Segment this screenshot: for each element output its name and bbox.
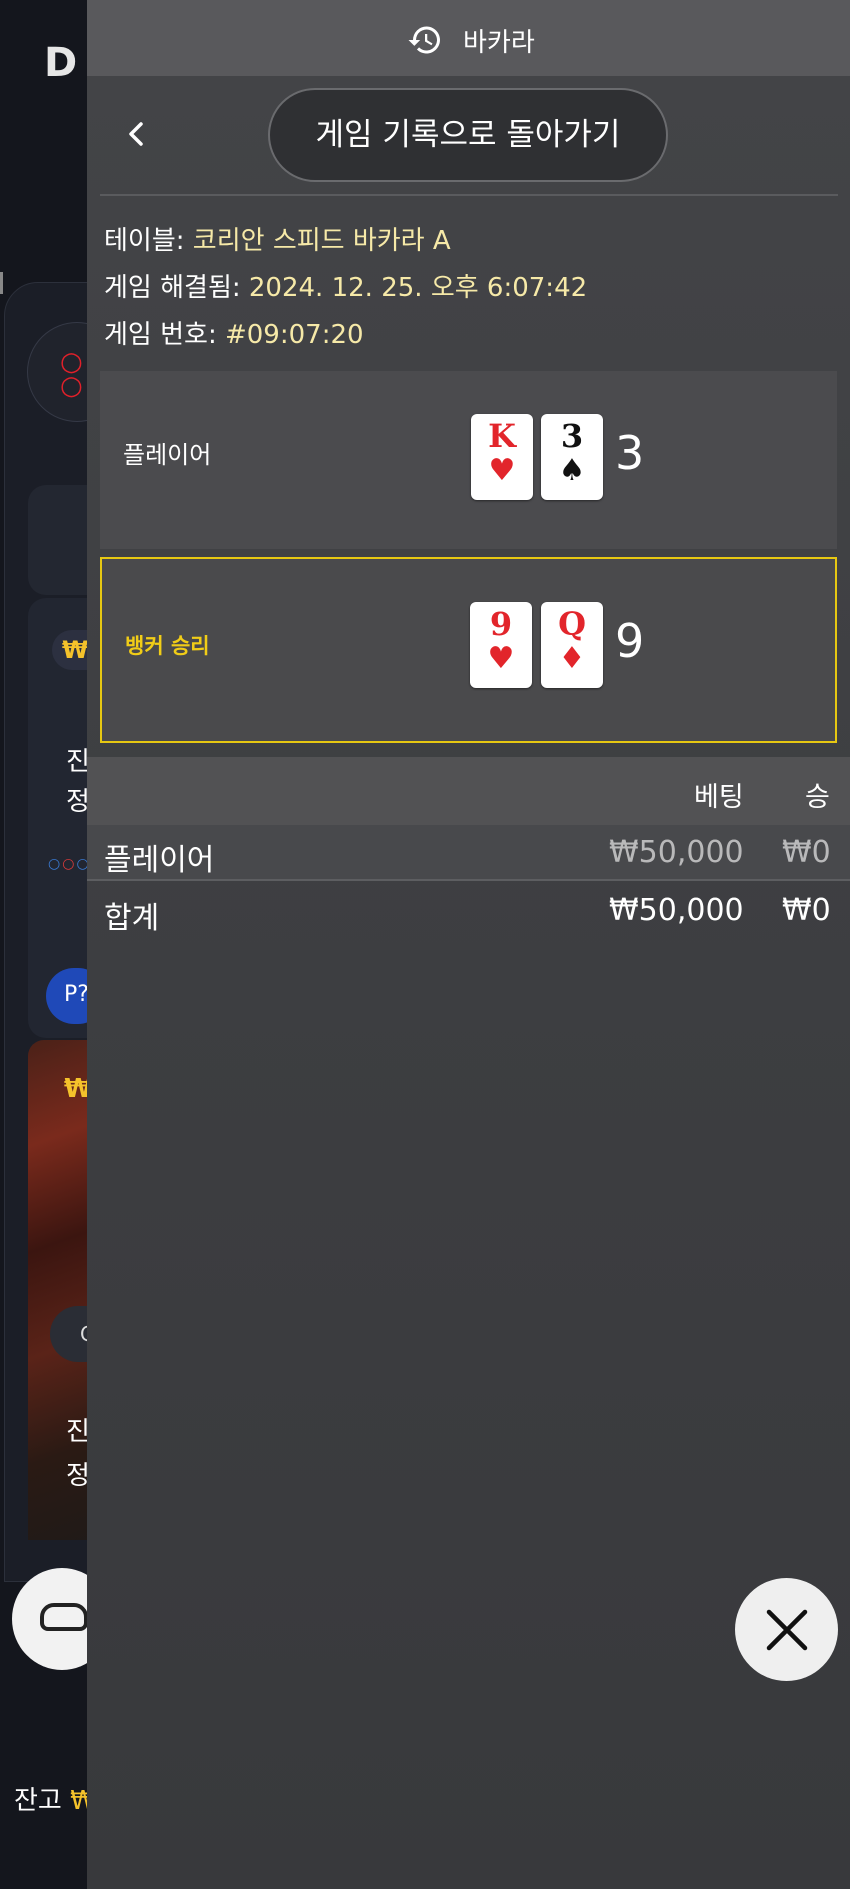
banker-win-label: 뱅커 승리: [125, 634, 210, 658]
heart-suit-icon: ♥: [487, 641, 515, 676]
bet-amount: ₩50,000: [609, 835, 744, 870]
table-value: 코리안 스피드 바카라 A: [192, 226, 451, 256]
total-win-amount: ₩0: [782, 893, 831, 928]
table-row: 플레이어 ₩50,000 ₩0: [87, 825, 850, 881]
balance: 잔고 ₩: [14, 1780, 96, 1817]
player-card-1: K ♥: [471, 414, 533, 500]
card-rank: Q: [558, 605, 586, 643]
win-amount: ₩0: [782, 835, 831, 870]
chevron-left-icon[interactable]: [124, 121, 150, 147]
round-label: 게임 번호:: [104, 320, 217, 350]
game-history-drawer: 바카라 게임 기록으로 돌아가기 테이블: 코리안 스피드 바카라 A 게임 해…: [87, 0, 850, 1889]
banker-score: 9: [615, 614, 645, 668]
round-value: #09:07:20: [224, 320, 364, 350]
back-to-history-button[interactable]: 게임 기록으로 돌아가기: [268, 88, 668, 182]
close-icon: [766, 1609, 808, 1651]
bet-name: 플레이어: [104, 843, 215, 878]
round-info: 게임 번호: #09:07:20: [104, 314, 364, 351]
edge-marker: [0, 272, 3, 294]
provider-logo-icon: ○ ○: [60, 347, 83, 401]
history-icon: [408, 26, 440, 54]
table-label: 테이블:: [104, 226, 185, 256]
win-column-header: 승: [805, 782, 830, 813]
resolved-label: 게임 해결됨:: [104, 273, 241, 303]
drawer-title: 바카라: [463, 28, 535, 58]
banker-card-2: Q ♦: [541, 602, 603, 688]
bet-column-header: 베팅: [694, 782, 744, 813]
chip-stack-icon: [40, 1603, 88, 1631]
diamond-suit-icon: ♦: [558, 641, 586, 676]
resolved-value: 2024. 12. 25. 오후 6:07:42: [248, 273, 588, 303]
heart-suit-icon: ♥: [488, 453, 516, 488]
bets-table-header: 베팅 승: [87, 757, 850, 825]
table-info: 테이블: 코리안 스피드 바카라 A: [104, 220, 451, 257]
resolved-info: 게임 해결됨: 2024. 12. 25. 오후 6:07:42: [104, 267, 587, 304]
player-hand: 플레이어 K ♥ 3 ♠ 3: [100, 371, 837, 549]
app-logo: D: [44, 40, 78, 86]
total-bet-amount: ₩50,000: [609, 893, 744, 928]
drawer-header: 바카라: [87, 0, 850, 76]
spade-suit-icon: ♠: [558, 453, 586, 488]
road-map-dots: ○○○: [48, 856, 91, 872]
banker-card-1: 9 ♥: [470, 602, 532, 688]
player-card-2: 3 ♠: [541, 414, 603, 500]
banker-hand: 뱅커 승리 9 ♥ Q ♦ 9: [100, 557, 837, 743]
player-hand-label: 플레이어: [123, 441, 212, 469]
total-row: 합계 ₩50,000 ₩0: [87, 883, 850, 939]
card-rank: 9: [489, 605, 513, 643]
divider: [100, 194, 838, 196]
card-rank: 3: [560, 417, 584, 455]
total-label: 합계: [104, 901, 160, 936]
close-button[interactable]: [735, 1578, 838, 1681]
balance-label: 잔고: [14, 1786, 62, 1816]
player-score: 3: [615, 426, 645, 480]
card-rank: K: [488, 417, 516, 455]
